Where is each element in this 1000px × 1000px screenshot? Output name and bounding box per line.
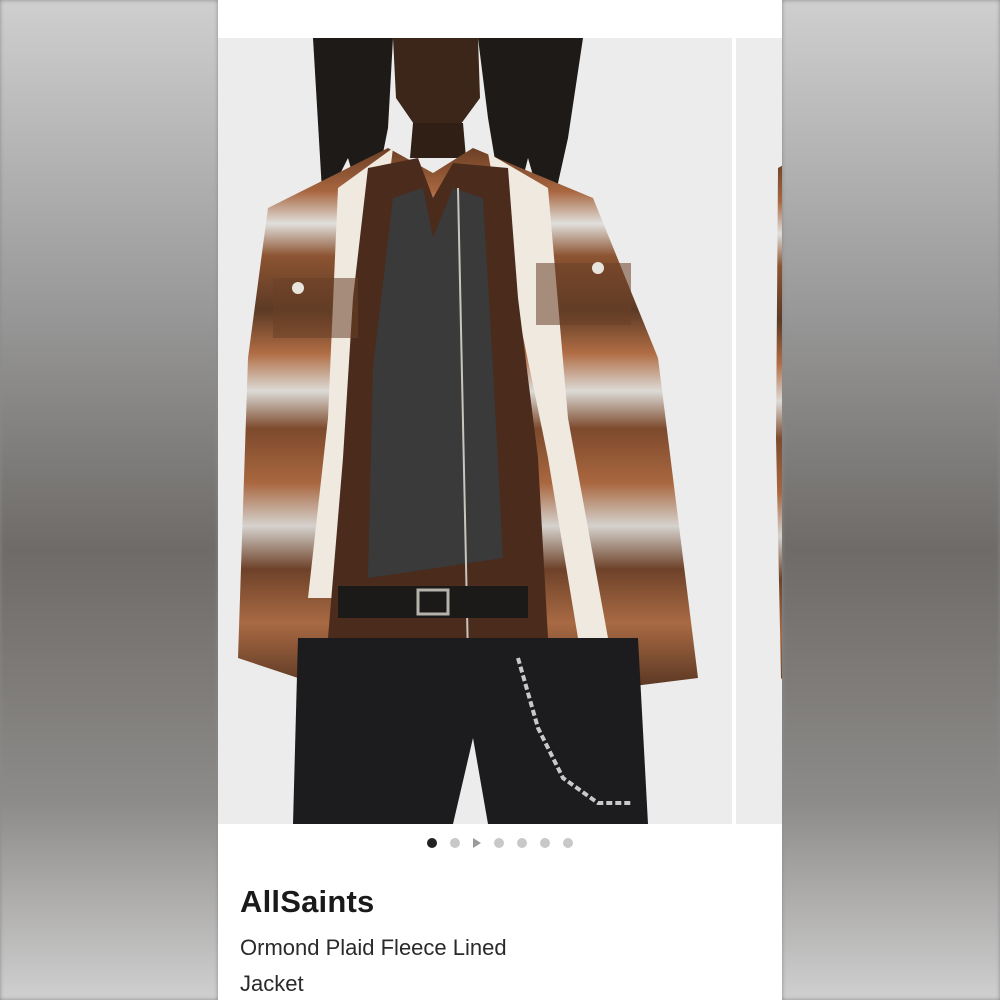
video-play-icon[interactable] — [473, 838, 481, 848]
pagination-dot[interactable] — [563, 838, 573, 848]
product-photo-illustration — [238, 38, 698, 824]
pagination-dot[interactable] — [494, 838, 504, 848]
product-title: Ormond Plaid Fleece Lined Jacket — [240, 935, 507, 996]
pagination-dot[interactable] — [540, 838, 550, 848]
next-product-image-peek[interactable] — [736, 38, 782, 824]
carousel-pagination — [218, 836, 782, 850]
brand-name[interactable]: AllSaints — [240, 884, 374, 920]
product-page: AllSaints Ormond Plaid Fleece Lined Jack… — [218, 0, 782, 1000]
blurred-backdrop-right — [782, 0, 1000, 1000]
next-photo-illustration — [776, 165, 782, 680]
product-image[interactable] — [218, 38, 732, 824]
image-carousel[interactable] — [218, 38, 782, 824]
pagination-dot-active[interactable] — [427, 838, 437, 848]
pagination-dot[interactable] — [450, 838, 460, 848]
blurred-backdrop-left — [0, 0, 218, 1000]
pagination-dot[interactable] — [517, 838, 527, 848]
